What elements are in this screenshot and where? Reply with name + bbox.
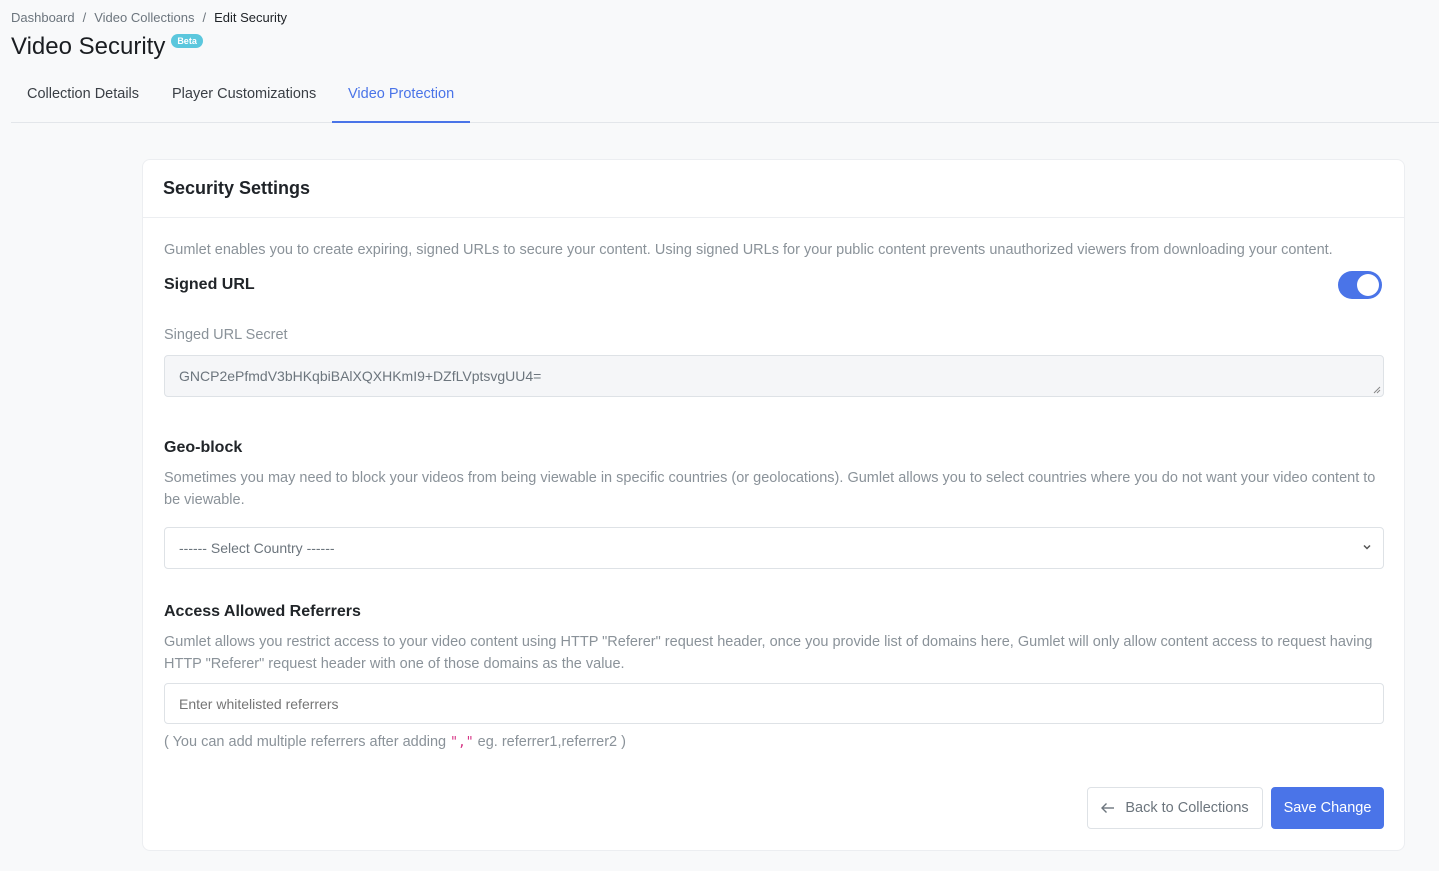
signed-url-secret-field[interactable]: GNCP2ePfmdV3bHKqbiBAlXQXHKmI9+DZfLVptsvg… [164,355,1384,397]
card-header: Security Settings [143,160,1404,218]
toggle-knob [1357,274,1379,296]
signed-url-secret-label: Singed URL Secret [164,327,288,343]
geo-block-description: Sometimes you may need to block your vid… [164,470,1376,508]
country-select[interactable]: ------ Select Country ------ [164,527,1384,569]
breadcrumb-separator: / [202,10,207,25]
referrers-title: Access Allowed Referrers [164,603,361,620]
chevron-down-icon [1363,544,1371,550]
tab-bar: Collection Details Player Customizations… [11,72,1439,123]
tab-collection-details[interactable]: Collection Details [11,72,155,123]
security-settings-card: Security Settings Gumlet enables you to … [142,159,1405,851]
arrow-left-icon [1101,803,1115,813]
referrers-hint-prefix: ( You can add multiple referrers after a… [164,734,451,750]
back-to-collections-button[interactable]: Back to Collections [1087,787,1263,829]
resize-handle-icon[interactable] [1373,386,1381,394]
referrers-hint-suffix: eg. referrer1,referrer2 ) [473,734,626,750]
breadcrumb-link-dashboard[interactable]: Dashboard [11,10,75,25]
breadcrumb-link-video-collections[interactable]: Video Collections [94,10,194,25]
referrers-description: Gumlet allows you restrict access to you… [164,634,1373,672]
signed-url-toggle[interactable] [1338,271,1382,299]
country-select-placeholder: ------ Select Country ------ [179,540,335,556]
save-change-button[interactable]: Save Change [1271,787,1384,829]
beta-badge: Beta [171,34,203,48]
geo-block-title: Geo-block [164,439,243,456]
back-to-collections-label: Back to Collections [1125,800,1249,816]
referrers-hint: ( You can add multiple referrers after a… [164,734,626,750]
page-title: Video Security Beta [11,33,203,61]
tab-video-protection[interactable]: Video Protection [332,72,471,123]
page-title-text: Video Security [11,33,166,60]
breadcrumb: Dashboard / Video Collections / Edit Securit… [11,10,287,25]
tab-player-customizations[interactable]: Player Customizations [156,72,332,123]
card-title: Security Settings [163,178,311,198]
signed-url-secret-value: GNCP2ePfmdV3bHKqbiBAlXQXHKmI9+DZfLVptsvg… [179,368,542,384]
breadcrumb-current: Edit Security [214,10,288,25]
signed-url-description: Gumlet enables you to create expiring, s… [164,242,1333,258]
signed-url-title: Signed URL [164,276,255,293]
referrers-hint-code: "," [450,735,474,750]
breadcrumb-separator: / [82,10,87,25]
referrers-input[interactable] [164,683,1384,724]
